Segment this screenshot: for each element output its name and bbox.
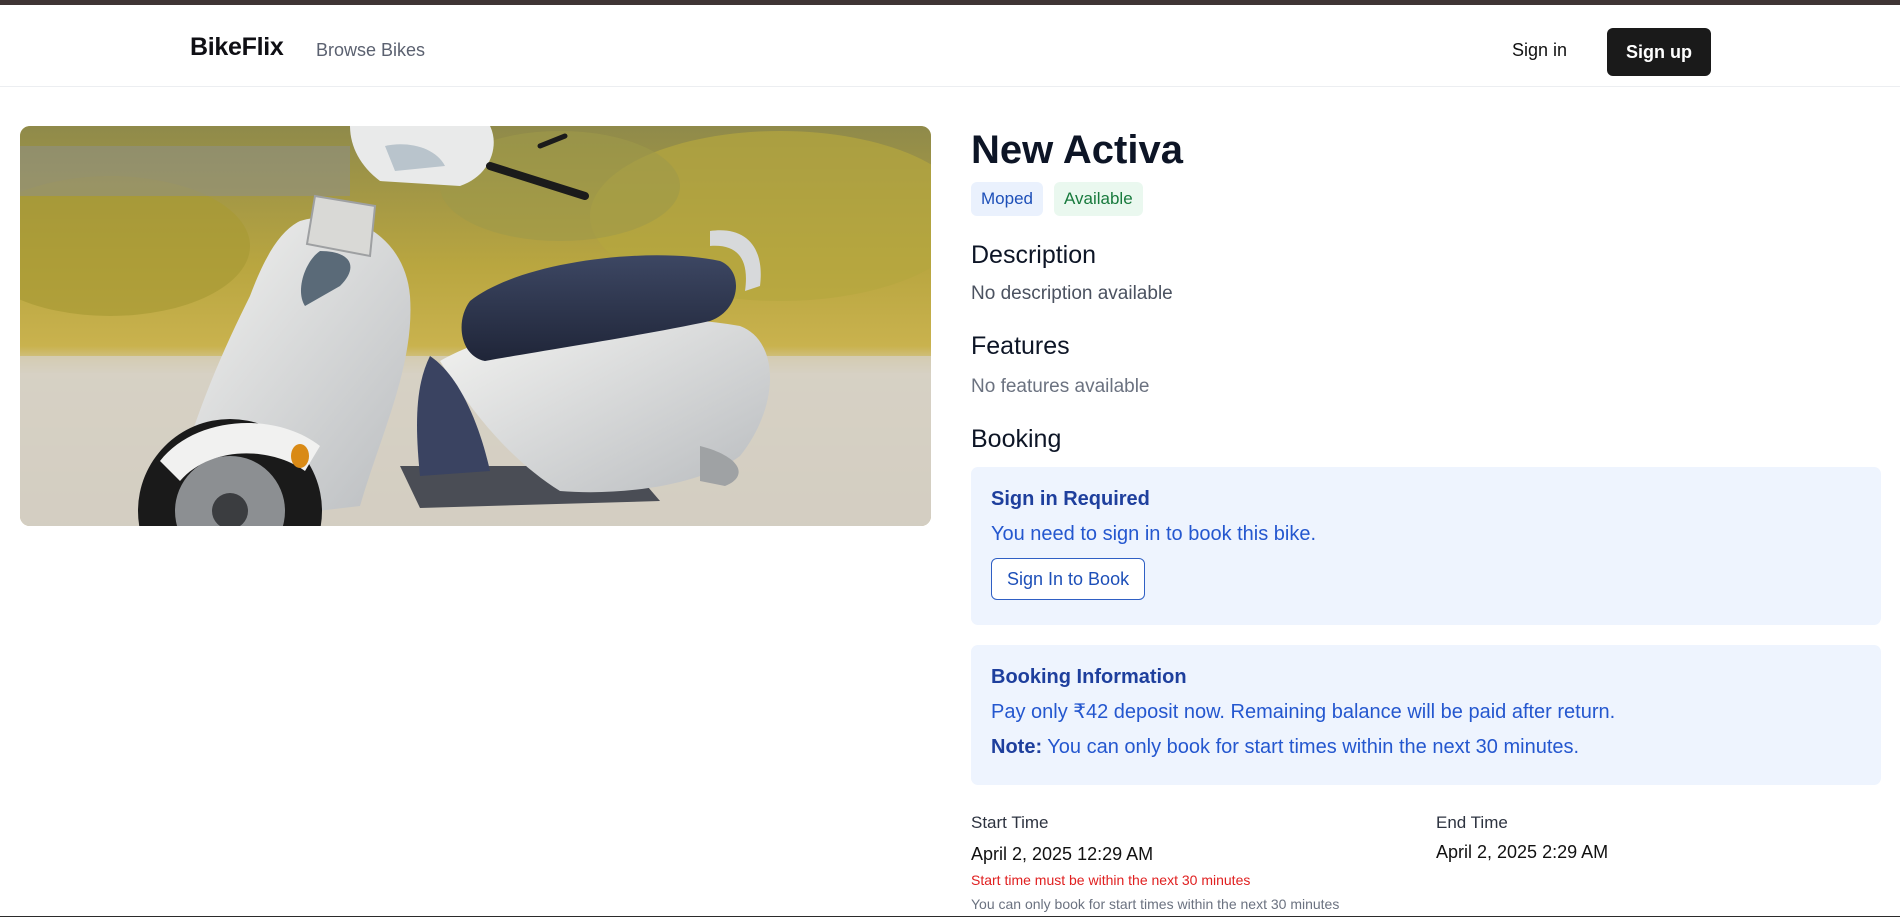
- note-text: You can only book for start times within…: [1042, 736, 1580, 758]
- note-label: Note:: [991, 736, 1043, 758]
- sign-in-required-panel: Sign in Required You need to sign in to …: [971, 467, 1881, 625]
- end-time-input[interactable]: [1436, 841, 1636, 863]
- description-text: No description available: [971, 283, 1173, 304]
- category-badge: Moped: [971, 182, 1043, 216]
- end-time-group: End Time: [1436, 813, 1876, 863]
- navbar: BikeFlix Browse Bikes Sign in Sign up: [0, 5, 1900, 87]
- deposit-text: Pay only ₹42 deposit now. Remaining bala…: [991, 701, 1616, 723]
- bike-details: New Activa Moped Available Description N…: [971, 126, 1881, 785]
- booking-heading: Booking: [971, 425, 1062, 453]
- bike-title: New Activa: [971, 128, 1183, 172]
- start-time-hint: You can only book for start times within…: [971, 896, 1340, 912]
- sign-in-to-book-button[interactable]: Sign In to Book: [991, 558, 1146, 600]
- start-time-error: Start time must be within the next 30 mi…: [971, 872, 1251, 888]
- features-heading: Features: [971, 332, 1070, 360]
- start-time-group: Start Time Start time must be within the…: [971, 813, 1411, 913]
- brand-logo[interactable]: BikeFlix: [190, 33, 284, 62]
- features-text: No features available: [971, 376, 1150, 397]
- sign-up-button[interactable]: Sign up: [1607, 28, 1711, 76]
- scooter-illustration: [20, 126, 931, 526]
- sign-in-required-title: Sign in Required: [991, 488, 1150, 510]
- end-time-label: End Time: [1436, 813, 1508, 832]
- booking-note: Note: You can only book for start times …: [991, 735, 1861, 759]
- bike-image: [20, 126, 931, 526]
- description-heading: Description: [971, 241, 1097, 269]
- nav-browse-bikes-link[interactable]: Browse Bikes: [316, 40, 425, 61]
- status-badge: Available: [1053, 182, 1143, 216]
- booking-information-title: Booking Information: [991, 666, 1187, 688]
- sign-in-required-text: You need to sign in to book this bike.: [991, 523, 1317, 545]
- start-time-label: Start Time: [971, 813, 1049, 832]
- booking-information-panel: Booking Information Pay only ₹42 deposit…: [971, 645, 1881, 785]
- sign-in-link[interactable]: Sign in: [1512, 40, 1567, 61]
- start-time-input[interactable]: [971, 843, 1171, 865]
- badge-row: Moped Available: [971, 182, 1881, 216]
